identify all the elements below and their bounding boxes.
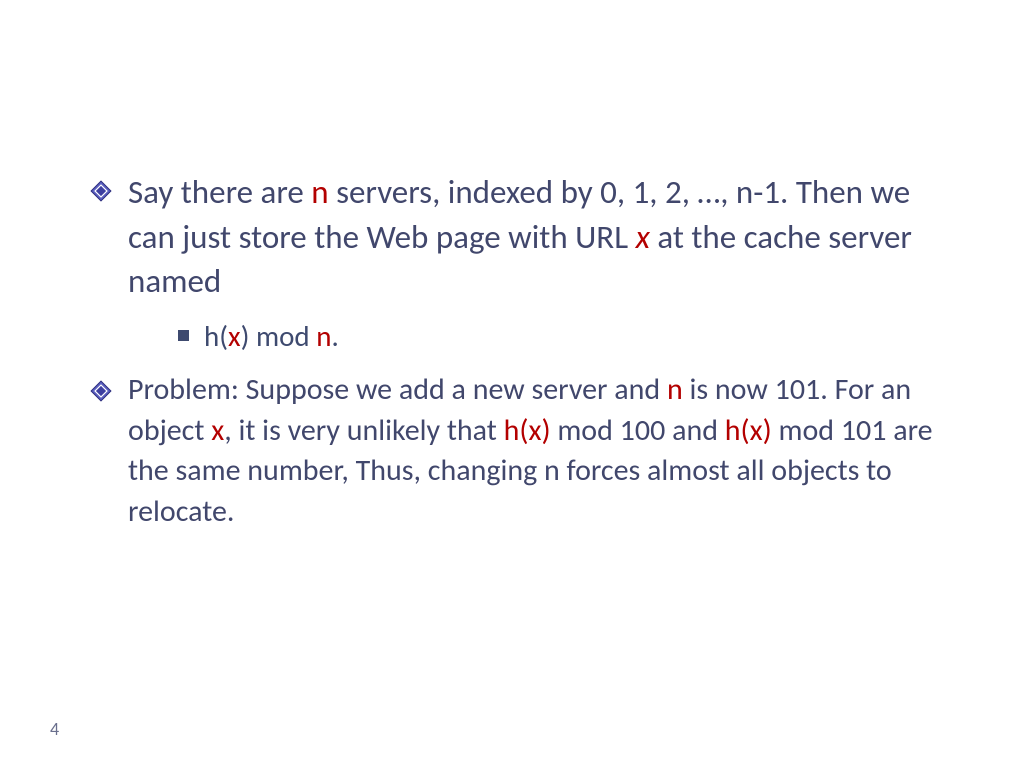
main-bullet-list: Say there are n servers, indexed by 0, 1… xyxy=(90,170,934,532)
s1-p3: . xyxy=(331,318,338,354)
s1-x: x xyxy=(228,318,241,354)
diamond-bullet-icon xyxy=(90,180,112,202)
b1-n: n xyxy=(311,172,328,212)
page-number: 4 xyxy=(50,718,59,740)
slide-body: Say there are n servers, indexed by 0, 1… xyxy=(0,0,1024,768)
sub-bullet-item-1: h(x) mod n. xyxy=(178,316,934,357)
b2-hx2: h(x) xyxy=(725,412,772,449)
b2-p4: mod 100 and xyxy=(551,412,725,449)
s1-p1: h( xyxy=(204,318,228,354)
b2-n1: n xyxy=(667,371,683,408)
b2-p1: Problem: Suppose we add a new server and xyxy=(128,371,667,408)
b1-x: x xyxy=(636,217,650,257)
sub-bullet-list: h(x) mod n. xyxy=(90,316,934,357)
diamond-bullet-icon xyxy=(90,380,112,402)
b2-p3: , it is very unlikely that xyxy=(224,412,503,449)
bullet-item-1: Say there are n servers, indexed by 0, 1… xyxy=(90,170,934,304)
bullet1-text: Say there are n servers, indexed by 0, 1… xyxy=(128,172,912,301)
s1-p2: ) mod xyxy=(241,318,317,354)
square-bullet-icon xyxy=(178,330,189,341)
b1-p1: Say there are xyxy=(128,172,311,212)
sub1-text: h(x) mod n. xyxy=(204,318,339,354)
s1-n: n xyxy=(316,318,331,354)
b2-hx1: h(x) xyxy=(504,412,551,449)
b2-x: x xyxy=(211,412,224,449)
bullet2-text: Problem: Suppose we add a new server and… xyxy=(128,371,933,530)
bullet-item-2: Problem: Suppose we add a new server and… xyxy=(90,370,934,532)
